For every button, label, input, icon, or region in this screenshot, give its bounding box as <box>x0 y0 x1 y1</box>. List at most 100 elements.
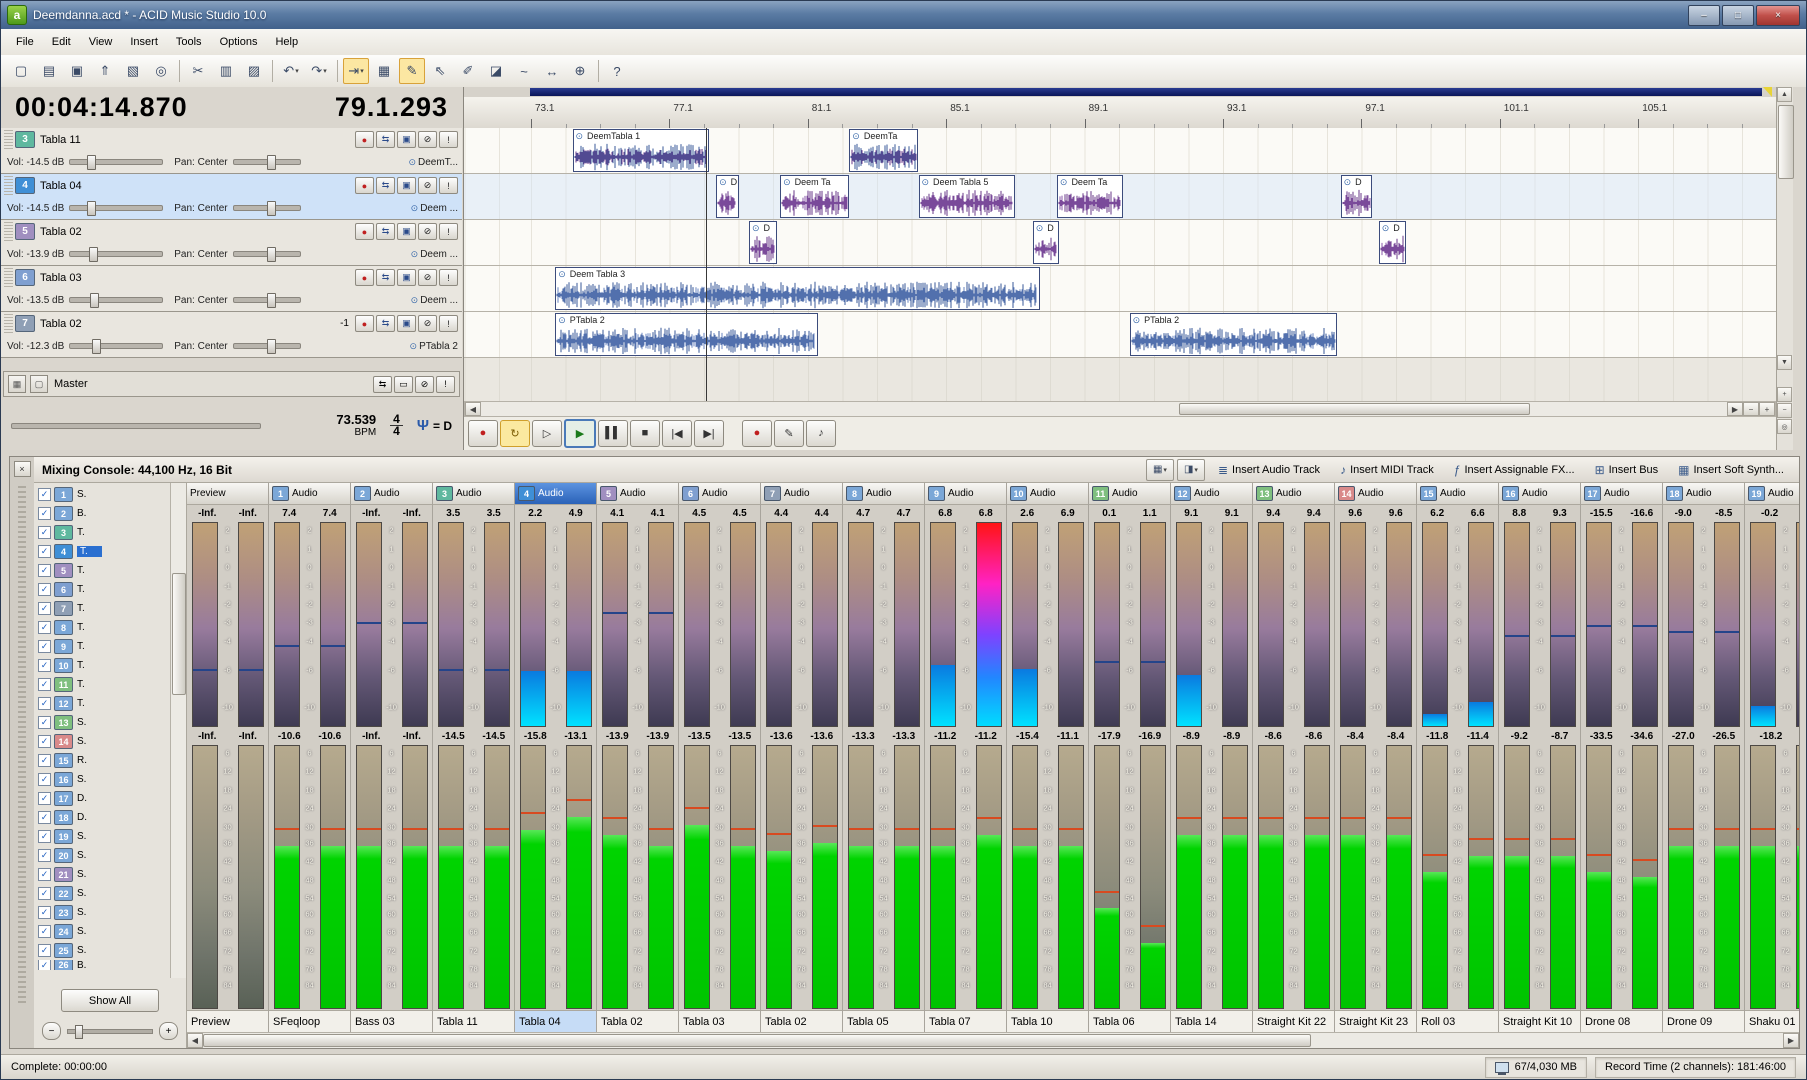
mixer-channel-strip[interactable]: Preview-Inf.-Inf.210-1-2-3-4-6-10-Inf.-I… <box>187 483 269 1032</box>
undo-button[interactable]: ↶▾ <box>278 58 304 84</box>
track-fx-button[interactable]: ⇆ <box>376 315 395 332</box>
channel-visible-checkbox[interactable]: ✓ <box>38 735 51 748</box>
channel-list-item[interactable]: ✓21S. <box>34 865 171 884</box>
channel-fader-meter[interactable]: 210-1-2-3-4-6-10 <box>351 521 432 728</box>
track-lane[interactable]: ⊙Deem Tabla 3 <box>464 266 1776 312</box>
audio-event[interactable]: ⊙D <box>1341 175 1372 218</box>
close-button[interactable]: × <box>1756 5 1800 26</box>
record-button[interactable]: ● <box>468 420 498 447</box>
channel-output-meter[interactable]: 612182430364248546066727884 <box>433 744 514 1010</box>
vscroll-thumb[interactable] <box>1778 105 1794 179</box>
channel-list-item[interactable]: ✓13S. <box>34 713 171 732</box>
channel-output-meter[interactable]: 612182430364248546066727884 <box>761 744 842 1010</box>
mute-button[interactable]: ⊘ <box>418 177 437 194</box>
track-fx-button[interactable]: ⇆ <box>376 177 395 194</box>
solo-button[interactable]: ! <box>439 269 458 286</box>
scroll-up-arrow[interactable]: ▲ <box>1777 87 1792 102</box>
master-mute-button[interactable]: ⊘ <box>415 376 434 393</box>
scrub-tool-button[interactable]: ✎ <box>774 420 804 447</box>
loop-region[interactable] <box>530 88 1762 96</box>
time-signature[interactable]: 4 4 <box>390 414 403 437</box>
channel-visible-checkbox[interactable]: ✓ <box>38 621 51 634</box>
channel-list-item[interactable]: ✓22S. <box>34 884 171 903</box>
play-button[interactable]: ▶ <box>564 419 596 448</box>
audio-event[interactable]: ⊙DeemTa <box>849 129 918 172</box>
track-grip[interactable] <box>4 130 13 149</box>
channel-strip-header[interactable]: 11Audio <box>1089 483 1170 505</box>
freeze-button[interactable]: ▣ <box>397 269 416 286</box>
channel-name[interactable]: Straight Kit 23 <box>1335 1010 1416 1032</box>
loop-end-marker[interactable] <box>1763 87 1772 97</box>
channel-strip-header[interactable]: 5Audio <box>597 483 678 505</box>
audio-event[interactable]: ⊙PTabla 2 <box>555 313 818 356</box>
mute-button[interactable]: ⊘ <box>418 315 437 332</box>
track-grip[interactable] <box>4 314 13 333</box>
channel-fader-meter[interactable]: 210-1-2-3-4-6-10 <box>1171 521 1252 728</box>
channel-list-item[interactable]: ✓1S. <box>34 485 171 504</box>
draw-tool-button[interactable]: ✎ <box>399 58 425 84</box>
channel-name[interactable]: Tabla 06 <box>1089 1010 1170 1032</box>
channel-name[interactable]: Preview <box>187 1010 268 1032</box>
record-arm-button[interactable]: ● <box>355 269 374 286</box>
channel-list-item[interactable]: ✓20S. <box>34 846 171 865</box>
hscroll-thumb[interactable] <box>1179 403 1530 415</box>
channel-visible-checkbox[interactable]: ✓ <box>38 773 51 786</box>
mixer-channel-strip[interactable]: 7Audio4.44.4210-1-2-3-4-6-10-13.6-13.661… <box>761 483 843 1032</box>
mixer-channel-strip[interactable]: 2Audio-Inf.-Inf.210-1-2-3-4-6-10-Inf.-In… <box>351 483 433 1032</box>
channel-fader-meter[interactable]: 210-1-2-3-4-6-10 <box>187 521 268 728</box>
console-close-button[interactable]: × <box>14 461 31 477</box>
channel-list-item[interactable]: ✓15R. <box>34 751 171 770</box>
track-lane[interactable]: ⊙D⊙D⊙D <box>464 220 1776 266</box>
zoom-out-time-button[interactable]: − <box>1743 402 1759 416</box>
track-name[interactable]: Tabla 03 <box>40 272 82 284</box>
channel-list-item[interactable]: ✓9T. <box>34 637 171 656</box>
channel-fader-meter[interactable]: 210-1-2-3-4-6-10 <box>1417 521 1498 728</box>
timeline-hscrollbar[interactable]: ◀ ▶ − + <box>464 401 1776 417</box>
channel-strip-header[interactable]: 12Audio <box>1171 483 1252 505</box>
scroll-left-arrow[interactable]: ◀ <box>465 402 481 416</box>
channel-output-meter[interactable]: 612182430364248546066727884 <box>269 744 350 1010</box>
channel-strip-header[interactable]: 10Audio <box>1007 483 1088 505</box>
mixer-channel-strip[interactable]: 19Audio-0.2210-1-2-3-4-6-10-18.261218243… <box>1745 483 1799 1032</box>
metronome-button[interactable]: ♪ <box>806 420 836 447</box>
audio-event[interactable]: ⊙D <box>749 221 777 264</box>
channel-fader-meter[interactable]: 210-1-2-3-4-6-10 <box>269 521 350 728</box>
channel-fader-meter[interactable]: 210-1-2-3-4-6-10 <box>1007 521 1088 728</box>
channel-fader-meter[interactable]: 210-1-2-3-4-6-10 <box>515 521 596 728</box>
stop-button[interactable]: ■ <box>630 420 660 447</box>
channel-visible-checkbox[interactable]: ✓ <box>38 944 51 957</box>
channel-visible-checkbox[interactable]: ✓ <box>38 792 51 805</box>
zoom-edit-tool-button[interactable]: ⊕ <box>567 58 593 84</box>
channel-list-scrollbar[interactable] <box>170 483 186 978</box>
mixer-channel-strip[interactable]: 13Audio9.49.4210-1-2-3-4-6-10-8.6-8.6612… <box>1253 483 1335 1032</box>
channel-fader-meter[interactable]: 210-1-2-3-4-6-10 <box>597 521 678 728</box>
zoom-in-tracks-button[interactable]: + <box>1777 387 1792 402</box>
audio-event[interactable]: ⊙Deem Ta <box>780 175 849 218</box>
channel-list-item[interactable]: ✓10T. <box>34 656 171 675</box>
channel-strip-header[interactable]: 4Audio <box>515 483 596 505</box>
insert-soft-synth-button[interactable]: ▦Insert Soft Synth... <box>1671 459 1791 481</box>
channel-name[interactable]: Tabla 02 <box>597 1010 678 1032</box>
channel-list-item[interactable]: ✓4T. <box>34 542 171 561</box>
channel-list-item[interactable]: ✓16S. <box>34 770 171 789</box>
channel-list-item[interactable]: ✓26B. <box>34 960 171 970</box>
solo-button[interactable]: ! <box>439 177 458 194</box>
console-hscroll-thumb[interactable] <box>203 1034 1311 1047</box>
pan-slider[interactable] <box>233 159 301 165</box>
zoom-tool-button[interactable]: ◎ <box>1777 419 1792 434</box>
channel-list-item[interactable]: ✓12T. <box>34 694 171 713</box>
channel-output-meter[interactable]: 612182430364248546066727884 <box>1253 744 1334 1010</box>
channel-visible-checkbox[interactable]: ✓ <box>38 887 51 900</box>
channel-list-item[interactable]: ✓23S. <box>34 903 171 922</box>
channel-list-item[interactable]: ✓5T. <box>34 561 171 580</box>
channel-strip-header[interactable]: 15Audio <box>1417 483 1498 505</box>
maximize-button[interactable]: □ <box>1722 5 1754 26</box>
insert-audio-track-button[interactable]: ≣Insert Audio Track <box>1211 459 1327 481</box>
channel-name[interactable]: Drone 08 <box>1581 1010 1662 1032</box>
record-arm-button[interactable]: ● <box>355 223 374 240</box>
channel-output-meter[interactable]: 612182430364248546066727884 <box>351 744 432 1010</box>
mixer-channel-strip[interactable]: 15Audio6.26.6210-1-2-3-4-6-10-11.8-11.46… <box>1417 483 1499 1032</box>
console-zoom-in-button[interactable]: + <box>159 1022 178 1040</box>
minimize-button[interactable]: – <box>1688 5 1720 26</box>
track-lane[interactable]: ⊙PTabla 2⊙PTabla 2 <box>464 312 1776 358</box>
